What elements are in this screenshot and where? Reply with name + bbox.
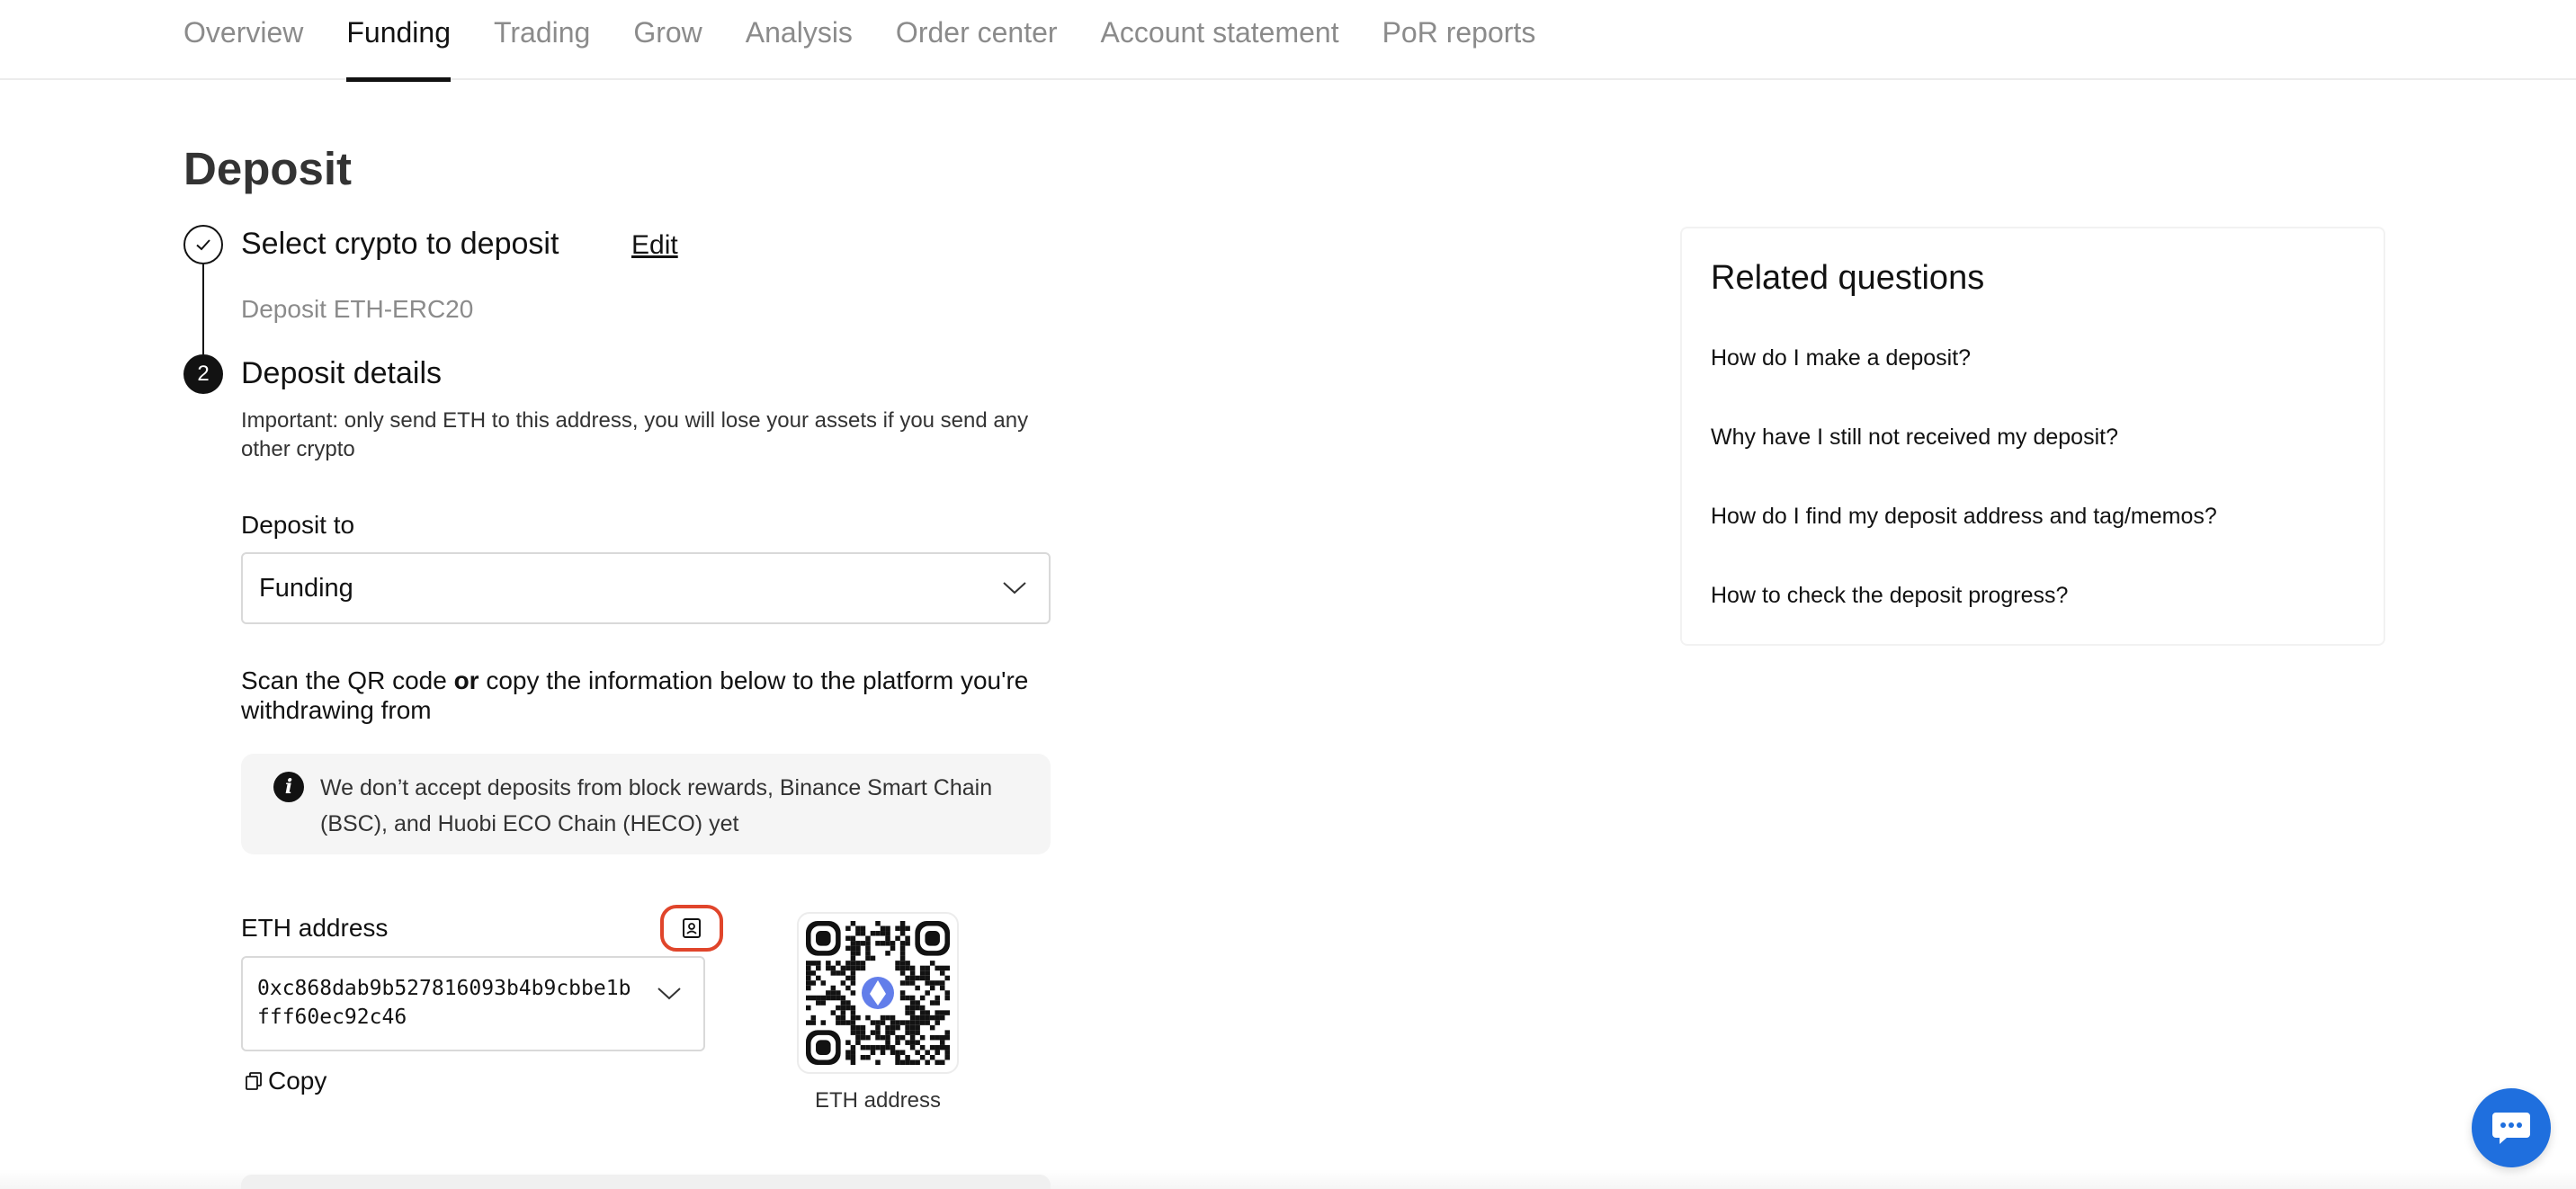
tab-funding[interactable]: Funding: [346, 0, 451, 82]
qr-caption: ETH address: [814, 1088, 942, 1113]
related-questions-panel: Related questions How do I make a deposi…: [1680, 227, 2385, 646]
step-2-badge: 2: [183, 354, 223, 394]
related-question-link[interactable]: How do I make a deposit?: [1711, 345, 1971, 371]
page-title: Deposit: [183, 143, 353, 194]
address-book-icon[interactable]: [660, 905, 723, 952]
deposit-to-value: Funding: [259, 573, 353, 603]
step-1-title: Select crypto to deposit: [241, 227, 559, 261]
notice-text: We don’t accept deposits from block rewa…: [320, 775, 993, 836]
selected-crypto: Deposit ETH-ERC20: [241, 295, 474, 323]
chat-icon: [2492, 1113, 2530, 1144]
eth-address-label: ETH address: [241, 914, 389, 942]
tab-trading[interactable]: Trading: [494, 0, 590, 80]
related-question-link[interactable]: Why have I still not received my deposit…: [1711, 425, 2118, 451]
step-connector: [202, 264, 204, 354]
copy-button[interactable]: Copy: [245, 1067, 326, 1095]
tab-account-statement[interactable]: Account statement: [1101, 0, 1339, 80]
copy-label: Copy: [268, 1067, 327, 1095]
copy-icon: [246, 1072, 262, 1090]
eth-address-value: 0xc868dab9b527816093b4b9cbbe1bfff60ec92c…: [257, 977, 631, 1029]
info-icon: i: [273, 772, 304, 802]
tab-analysis[interactable]: Analysis: [746, 0, 853, 80]
deposit-to-label: Deposit to: [241, 511, 355, 539]
chat-support-button[interactable]: [2472, 1088, 2551, 1167]
important-warning: Important: only send ETH to this address…: [241, 408, 1029, 461]
chevron-down-icon: [657, 987, 682, 1006]
nav-tabs: Overview Funding Trading Grow Analysis O…: [183, 0, 1579, 82]
related-questions-title: Related questions: [1711, 259, 1985, 297]
deposit-to-select[interactable]: Funding: [241, 552, 1051, 624]
checkmark-icon: [183, 225, 223, 264]
top-nav: Overview Funding Trading Grow Analysis O…: [0, 0, 2576, 82]
next-section-box: [241, 1175, 1051, 1189]
tab-order-center[interactable]: Order center: [896, 0, 1058, 80]
eth-address-select[interactable]: 0xc868dab9b527816093b4b9cbbe1bfff60ec92c…: [241, 956, 705, 1051]
tab-por-reports[interactable]: PoR reports: [1382, 0, 1536, 80]
notice-box: i We don’t accept deposits from block re…: [241, 754, 1051, 854]
scan-instructions: Scan the QR code or copy the information…: [241, 666, 1029, 724]
qr-code: [797, 912, 959, 1074]
related-question-link[interactable]: How to check the deposit progress?: [1711, 583, 2068, 609]
edit-link[interactable]: Edit: [631, 230, 678, 261]
chevron-down-icon: [997, 570, 1033, 606]
tab-grow[interactable]: Grow: [633, 0, 702, 80]
tab-overview[interactable]: Overview: [183, 0, 303, 80]
related-question-link[interactable]: How do I find my deposit address and tag…: [1711, 504, 2217, 530]
step-2-title: Deposit details: [241, 356, 443, 390]
